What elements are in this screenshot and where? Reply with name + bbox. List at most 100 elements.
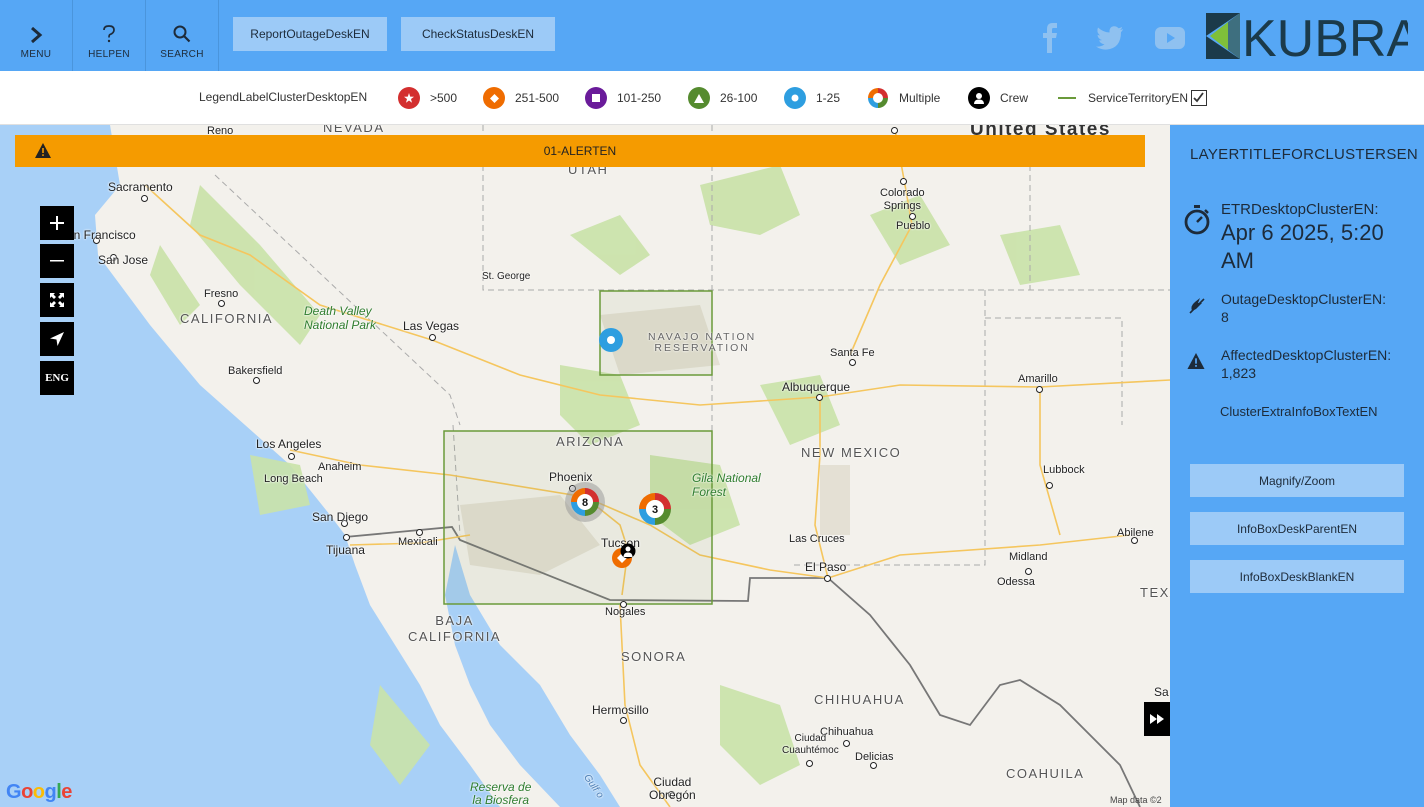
zoom-in-button[interactable] bbox=[40, 206, 74, 240]
legend-label: 1-25 bbox=[816, 91, 841, 105]
map-label: Santa Fe bbox=[830, 347, 875, 359]
check-status-button[interactable]: CheckStatusDeskEN bbox=[401, 17, 555, 51]
search-button[interactable]: SEARCH bbox=[146, 0, 219, 71]
legend-item-1-25: 1-25 bbox=[784, 87, 840, 109]
crew-icon bbox=[968, 87, 990, 109]
legend-label: Multiple bbox=[899, 91, 941, 105]
map-label: Colorado Springs bbox=[880, 187, 925, 212]
map-label: Albuquerque bbox=[782, 380, 851, 394]
warning-icon bbox=[35, 143, 51, 158]
legend-item-26-100: 26-100 bbox=[688, 87, 757, 109]
affected-label: AffectedDesktopClusterEN: bbox=[1221, 347, 1392, 363]
crew-marker[interactable] bbox=[620, 543, 636, 559]
cluster-count: 3 bbox=[652, 504, 658, 516]
search-icon bbox=[173, 25, 191, 43]
diamond-icon bbox=[483, 87, 505, 109]
map-label: Abilene bbox=[1117, 527, 1154, 539]
expand-panel-button[interactable] bbox=[1144, 702, 1170, 736]
map-label: Odessa bbox=[997, 576, 1035, 588]
map-label: COAHUILA bbox=[1006, 766, 1085, 781]
legend-item-500plus: >500 bbox=[398, 87, 457, 109]
triangle-icon bbox=[688, 87, 710, 109]
map-label: Fresno bbox=[204, 288, 239, 300]
outage-marker-1-25[interactable] bbox=[598, 327, 624, 353]
map-label: Tijuana bbox=[326, 543, 365, 557]
service-territory-checkbox[interactable] bbox=[1191, 90, 1208, 106]
map-label: ARIZONA bbox=[556, 434, 625, 449]
zoom-out-button[interactable] bbox=[40, 244, 74, 278]
plus-icon bbox=[50, 216, 64, 230]
legend-item-251-500: 251-500 bbox=[483, 87, 559, 109]
map-label: Reserva de la Biosfera bbox=[470, 780, 532, 807]
legend-title: LegendLabelClusterDesktopEN bbox=[199, 90, 368, 104]
stopwatch-icon bbox=[1184, 205, 1210, 235]
legend-label: >500 bbox=[430, 91, 458, 105]
map-label: Lubbock bbox=[1043, 464, 1085, 476]
map-label: CHIHUAHUA bbox=[814, 692, 905, 707]
legend-item-service-territory: ServiceTerritoryEN bbox=[1056, 87, 1208, 109]
cluster-marker-8[interactable]: 8 bbox=[564, 481, 606, 523]
map-label: Sacramento bbox=[108, 180, 173, 194]
help-label: HELPEN bbox=[88, 49, 130, 60]
map-label: San Jose bbox=[98, 253, 149, 267]
map-label: St. George bbox=[482, 271, 531, 282]
map-label: El Paso bbox=[805, 560, 847, 574]
map-label: NEVADA bbox=[323, 125, 385, 135]
legend-label: 101-250 bbox=[617, 91, 662, 105]
expand-icon bbox=[50, 293, 64, 307]
map-label: Amarillo bbox=[1018, 373, 1058, 385]
multiple-ring-icon bbox=[868, 88, 888, 108]
map-label: NAVAJO NATION RESERVATION bbox=[648, 331, 757, 354]
menu-button[interactable]: MENU bbox=[0, 0, 73, 71]
help-button[interactable]: HELPEN bbox=[73, 0, 146, 71]
cluster-marker-3[interactable]: 3 bbox=[638, 492, 672, 526]
map-label: Death Valley National Park bbox=[304, 304, 377, 332]
map-canvas[interactable]: NEVADA United States UTAH Reno Sacrament… bbox=[0, 125, 1170, 807]
legend-label: 26-100 bbox=[720, 91, 758, 105]
language-button[interactable]: ENG bbox=[40, 361, 74, 395]
line-icon bbox=[1058, 97, 1076, 99]
legend-bar: LegendLabelClusterDesktopEN >500 251-500… bbox=[0, 71, 1424, 125]
map-label: Long Beach bbox=[264, 473, 323, 485]
facebook-icon[interactable] bbox=[1041, 23, 1059, 53]
etr-label: ETRDesktopClusterEN: bbox=[1221, 201, 1379, 218]
legend-label: ServiceTerritoryEN bbox=[1088, 91, 1189, 105]
square-icon bbox=[585, 87, 607, 109]
map-label: San Diego bbox=[312, 510, 369, 524]
check-icon bbox=[1193, 92, 1204, 103]
map-background bbox=[0, 125, 1170, 807]
map-label: Pueblo bbox=[896, 220, 931, 232]
power-off-icon bbox=[1189, 298, 1205, 314]
map-label: Las Cruces bbox=[789, 533, 845, 545]
map-label: Gila National Forest bbox=[692, 471, 761, 499]
question-icon bbox=[103, 25, 115, 43]
kubra-wordmark: KUBRA bbox=[1242, 13, 1408, 59]
google-logo: Google bbox=[6, 781, 72, 803]
map-attribution[interactable]: Map data ©2 bbox=[1110, 795, 1162, 805]
alert-banner[interactable]: 01-ALERTEN bbox=[15, 135, 1145, 167]
map-label: Midland bbox=[1009, 551, 1048, 563]
circle-icon bbox=[784, 87, 806, 109]
map-label: Sa bbox=[1154, 685, 1169, 699]
etr-value: Apr 6 2025, 5:20 AM bbox=[1221, 220, 1384, 273]
search-label: SEARCH bbox=[160, 49, 204, 60]
fullscreen-button[interactable] bbox=[40, 283, 74, 317]
infobox-parent-button[interactable]: InfoBoxDeskParentEN bbox=[1190, 512, 1404, 545]
kubra-logo: KUBRA bbox=[1206, 13, 1408, 59]
panel-title: LAYERTITLEFORCLUSTERSEN bbox=[1190, 146, 1419, 163]
report-outage-button[interactable]: ReportOutageDeskEN bbox=[233, 17, 387, 51]
warning-icon bbox=[1187, 353, 1205, 369]
map-label: Ciudad Cuauhtémoc bbox=[782, 733, 839, 756]
map-label: Las Vegas bbox=[403, 319, 460, 333]
menu-label: MENU bbox=[20, 49, 52, 60]
map-label: NEW MEXICO bbox=[801, 445, 902, 460]
navigation-arrow-icon bbox=[50, 332, 64, 346]
magnify-zoom-button[interactable]: Magnify/Zoom bbox=[1190, 464, 1404, 497]
youtube-icon[interactable] bbox=[1155, 27, 1185, 49]
cluster-count: 8 bbox=[582, 497, 588, 509]
locate-me-button[interactable] bbox=[40, 322, 74, 356]
legend-item-101-250: 101-250 bbox=[585, 87, 661, 109]
twitter-icon[interactable] bbox=[1096, 26, 1124, 50]
infobox-blank-button[interactable]: InfoBoxDeskBlankEN bbox=[1190, 560, 1404, 593]
map-label: Anaheim bbox=[318, 461, 362, 473]
